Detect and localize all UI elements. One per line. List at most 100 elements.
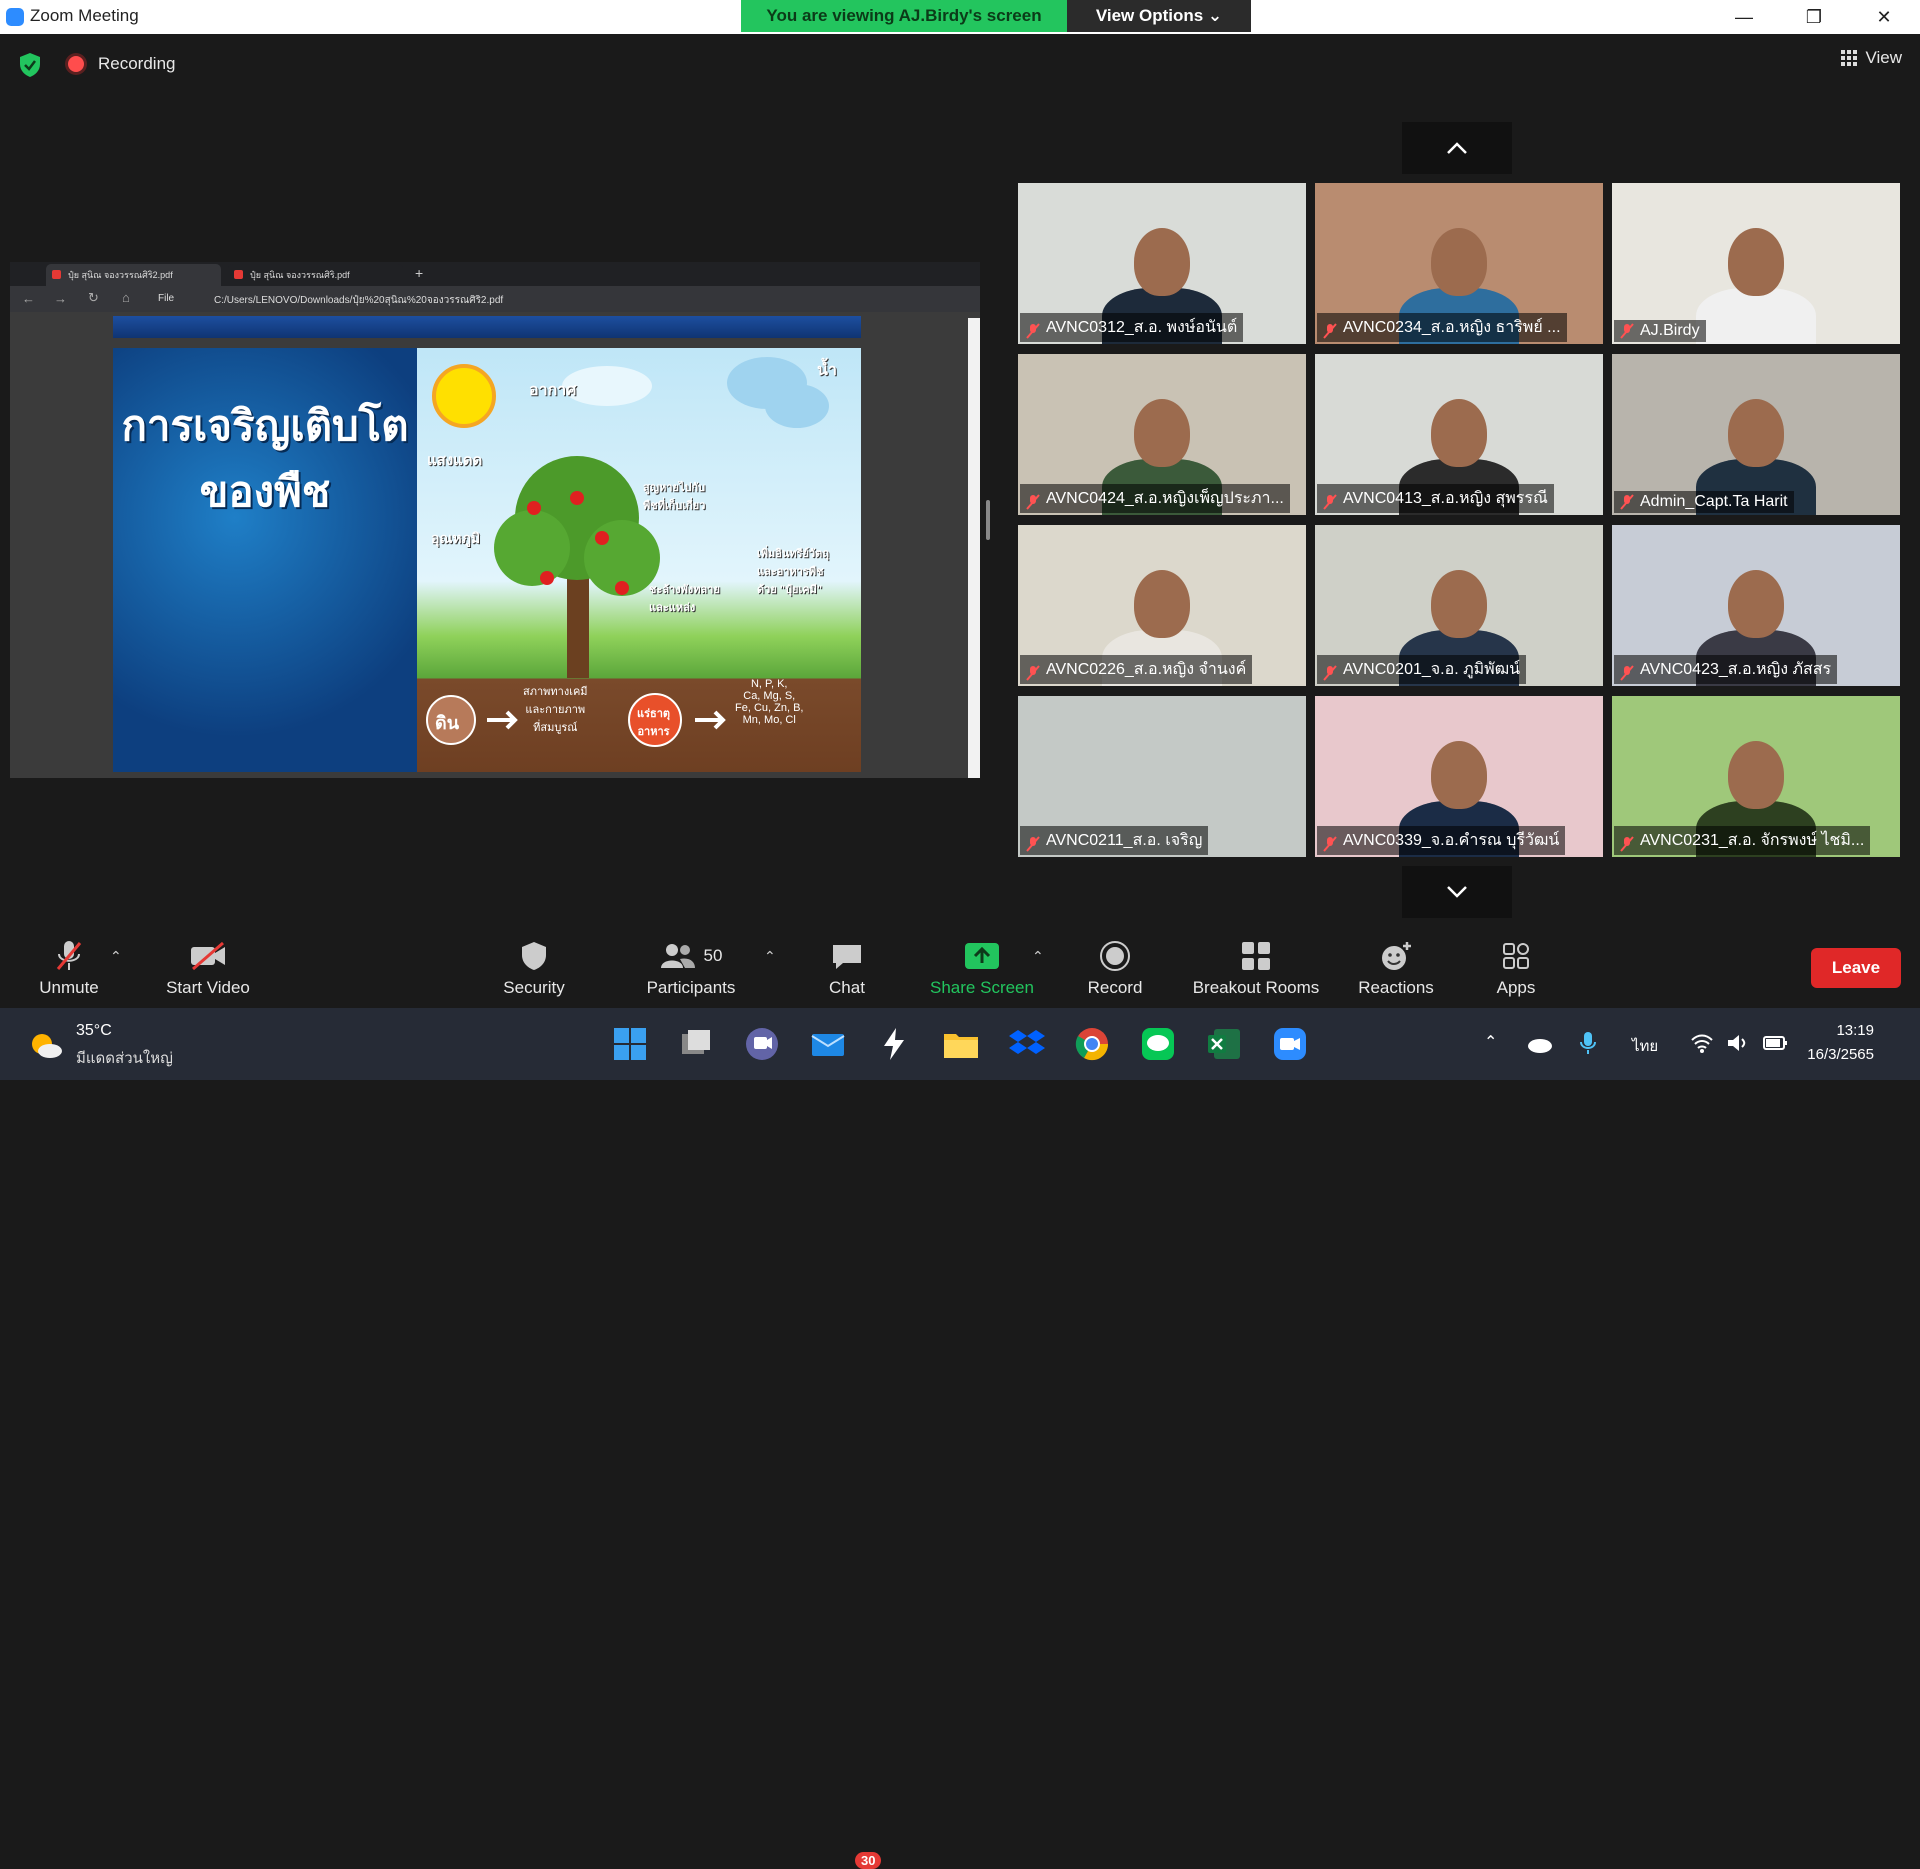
security-label: Security — [503, 978, 565, 997]
recording-label[interactable]: Recording — [98, 54, 176, 74]
close-button[interactable]: ✕ — [1856, 0, 1912, 34]
view-button[interactable]: View — [1841, 48, 1902, 68]
participant-tile[interactable]: AVNC0423_ส.อ.หญิง ภัสสร — [1612, 525, 1900, 686]
participants-label: Participants — [646, 978, 736, 997]
forward-icon[interactable]: → — [54, 291, 67, 306]
recording-dot-icon — [68, 56, 84, 72]
wifi-icon[interactable] — [1690, 1032, 1714, 1054]
participant-tile[interactable]: AVNC0231_ส.อ. จักรพงษ์ ไชมิ... — [1612, 696, 1900, 857]
security-button[interactable]: Security — [474, 938, 594, 998]
muted-microphone-icon — [1026, 494, 1040, 510]
weather-temperature[interactable]: 35°C — [76, 1022, 112, 1040]
browser-tab-2[interactable]: ปุ๋ย สุนิณ จองวรรณศิริ.pdf — [228, 264, 403, 286]
split-resize-handle[interactable] — [986, 500, 990, 540]
breakout-rooms-button[interactable]: Breakout Rooms — [1180, 938, 1332, 998]
record-button[interactable]: Record — [1055, 938, 1175, 998]
participant-tile[interactable]: AVNC0424_ส.อ.หญิงเพ็ญประภา... — [1018, 354, 1306, 515]
minimize-button[interactable]: — — [1716, 0, 1772, 34]
share-options-caret-icon[interactable]: ⌃ — [1032, 948, 1044, 965]
reactions-button[interactable]: Reactions — [1336, 938, 1456, 998]
mail-icon[interactable] — [810, 1026, 846, 1062]
participant-video-head — [1431, 228, 1487, 296]
lightning-app-icon[interactable] — [876, 1026, 912, 1062]
pdf-viewer[interactable]: การเจริญเติบโต ของพืช อากาศ น้ำ แสงแดด อ… — [10, 312, 980, 778]
refresh-icon[interactable]: ↻ — [88, 290, 99, 306]
muted-microphone-icon — [1620, 665, 1634, 681]
weather-description[interactable]: มีแดดส่วนใหญ่ — [76, 1046, 173, 1070]
browser-tab-1[interactable]: ปุ๋ย สุนิณ จองวรรณศิริ2.pdf — [46, 264, 221, 286]
restore-button[interactable]: ❐ — [1786, 0, 1842, 34]
zoom-app-icon[interactable] — [1272, 1026, 1308, 1062]
address-url[interactable]: C:/Users/LENOVO/Downloads/ปุ๋ย%20สุนิณ%2… — [214, 293, 503, 308]
tab-2-label: ปุ๋ย สุนิณ จองวรรณศิริ.pdf — [250, 270, 350, 280]
shared-screen[interactable]: ปุ๋ย สุนิณ จองวรรณศิริ2.pdf ปุ๋ย สุนิณ จ… — [10, 262, 980, 778]
label-release: สูญหายไปกับ พืชที่เก็บเกี่ยว — [643, 482, 706, 512]
windows-start-icon[interactable] — [612, 1026, 648, 1062]
address-file-label: File — [158, 293, 175, 304]
reactions-label: Reactions — [1358, 978, 1434, 997]
gallery-scroll-up-button[interactable] — [1402, 122, 1512, 174]
unmute-button[interactable]: Unmute — [9, 938, 129, 998]
encryption-shield-icon[interactable] — [18, 52, 42, 78]
participant-tile[interactable]: AVNC0312_ส.อ. พงษ์อนันต์ — [1018, 183, 1306, 344]
zoom-logo-icon — [6, 8, 24, 26]
participant-tile[interactable]: AVNC0211_ส.อ. เจริญ — [1018, 696, 1306, 857]
label-sunlight: แสงแดด — [427, 452, 483, 469]
record-icon — [1100, 941, 1130, 971]
gallery-scroll-down-button[interactable] — [1402, 866, 1512, 918]
audio-options-caret-icon[interactable]: ⌃ — [110, 948, 122, 965]
address-bar[interactable]: ← → ↻ ⌂ File C:/Users/LENOVO/Downloads/ป… — [10, 286, 980, 312]
participant-video-head — [1728, 741, 1784, 809]
show-hidden-icons-caret-icon[interactable]: ⌃ — [1484, 1032, 1497, 1052]
breakout-rooms-label: Breakout Rooms — [1192, 978, 1320, 997]
dropbox-icon[interactable] — [1008, 1026, 1046, 1062]
participant-tile[interactable]: AVNC0201_จ.อ. ภูมิพัฒน์ — [1315, 525, 1603, 686]
participant-tile[interactable]: AVNC0226_ส.อ.หญิง จำนงค์ — [1018, 525, 1306, 686]
screen-share-banner: You are viewing AJ.Birdy's screen — [741, 0, 1067, 32]
label-soil-desc: สภาพทางเคมี และกายภาพ ที่สมบูรณ์ — [523, 686, 588, 734]
participant-tile[interactable]: AVNC0413_ส.อ.หญิง สุพรรณี — [1315, 354, 1603, 515]
unmute-label: Unmute — [39, 978, 99, 997]
chrome-icon[interactable] — [1074, 1026, 1110, 1062]
excel-icon[interactable] — [1206, 1026, 1242, 1062]
volume-icon[interactable] — [1726, 1032, 1750, 1054]
participant-name: AVNC0211_ส.อ. เจริญ — [1020, 826, 1209, 855]
participants-button[interactable]: 50 Participants — [631, 938, 751, 998]
pdf-icon — [234, 270, 243, 279]
start-video-button[interactable]: Start Video — [148, 938, 268, 998]
pdf-scrollbar[interactable] — [968, 318, 980, 778]
home-icon[interactable]: ⌂ — [122, 290, 130, 305]
participant-video-head — [1728, 570, 1784, 638]
teams-chat-icon[interactable] — [744, 1026, 780, 1062]
task-view-icon[interactable] — [678, 1026, 714, 1062]
file-explorer-icon[interactable] — [942, 1026, 980, 1062]
chat-button[interactable]: Chat — [787, 938, 907, 998]
view-label: View — [1865, 48, 1902, 67]
taskbar-time[interactable]: 13:19 — [1836, 1022, 1874, 1039]
new-tab-button[interactable]: + — [415, 265, 423, 281]
participant-tile[interactable]: AVNC0234_ส.อ.หญิง ธาริพย์ ... — [1315, 183, 1603, 344]
participants-options-caret-icon[interactable]: ⌃ — [764, 948, 776, 965]
participant-video-head — [1431, 399, 1487, 467]
line-app-icon[interactable] — [1140, 1026, 1176, 1062]
apps-label: Apps — [1496, 978, 1536, 997]
onedrive-cloud-icon[interactable] — [1526, 1034, 1554, 1054]
microphone-in-use-icon[interactable] — [1578, 1030, 1598, 1056]
microphone-muted-icon — [56, 941, 82, 970]
participant-video-body — [1696, 288, 1816, 344]
input-language[interactable]: ไทย — [1632, 1034, 1658, 1058]
apps-button[interactable]: Apps — [1456, 938, 1576, 998]
participant-tile[interactable]: Admin_Capt.Ta Harit — [1612, 354, 1900, 515]
reactions-smiley-icon — [1382, 942, 1411, 970]
weather-sun-cloud-icon[interactable] — [28, 1030, 64, 1060]
back-icon[interactable]: ← — [22, 291, 35, 306]
leave-button[interactable]: Leave — [1811, 948, 1901, 988]
share-screen-button[interactable]: Share Screen — [922, 938, 1042, 998]
participant-tile[interactable]: AJ.Birdy — [1612, 183, 1900, 344]
battery-icon[interactable] — [1762, 1034, 1788, 1052]
participant-name: AVNC0423_ส.อ.หญิง ภัสสร — [1614, 655, 1838, 684]
participant-tile[interactable]: AVNC0339_จ.อ.คำรณ บุรีวัฒน์ — [1315, 696, 1603, 857]
label-temperature: อุณหภูมิ — [431, 530, 481, 546]
taskbar-date[interactable]: 16/3/2565 — [1807, 1046, 1874, 1063]
view-options-button[interactable]: View Options ⌄ — [1067, 0, 1251, 32]
